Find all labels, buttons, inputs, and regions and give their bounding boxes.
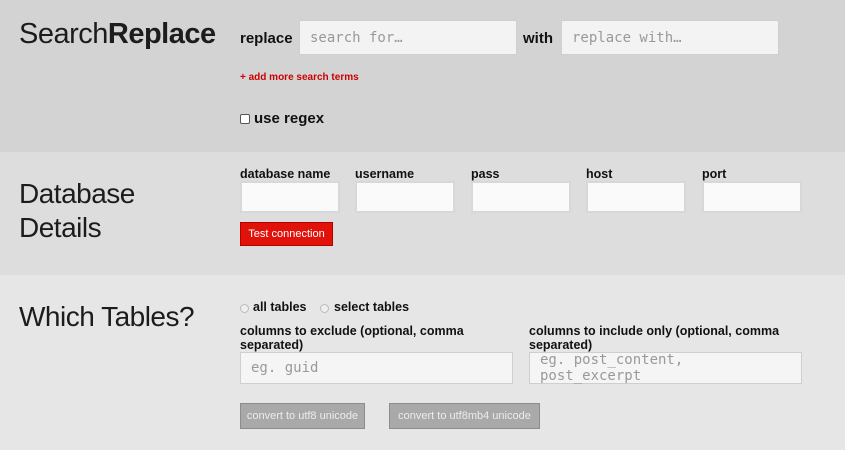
port-input[interactable] <box>702 181 802 213</box>
with-label: with <box>523 30 553 47</box>
username-input[interactable] <box>355 181 455 213</box>
search-replace-section: SearchReplace replace search for… with r… <box>0 0 845 152</box>
username-label: username <box>355 167 415 181</box>
database-name-label: database name <box>240 167 331 181</box>
database-name-input[interactable] <box>240 181 340 213</box>
replace-label: replace <box>240 30 293 47</box>
columns-include-label: columns to include only (optional, comma… <box>529 324 780 352</box>
all-tables-label: all tables <box>253 300 307 314</box>
search-for-input[interactable]: search for… <box>299 20 517 55</box>
use-regex-checkbox[interactable] <box>240 114 250 124</box>
select-tables-label: select tables <box>334 300 410 314</box>
select-tables-radio[interactable] <box>320 304 329 313</box>
convert-utf8mb4-button[interactable]: convert to utf8mb4 unicode <box>389 403 540 429</box>
use-regex-label: use regex <box>254 110 325 127</box>
host-input[interactable] <box>586 181 686 213</box>
port-label: port <box>702 167 727 181</box>
all-tables-radio[interactable] <box>240 304 249 313</box>
search-replace-heading: SearchReplace <box>19 18 216 50</box>
test-connection-button[interactable]: Test connection <box>240 222 333 246</box>
add-search-terms-link[interactable]: + add more search terms <box>240 72 359 83</box>
host-label: host <box>586 167 613 181</box>
database-details-heading: Database Details <box>19 178 135 243</box>
database-details-section: Database Details database name username … <box>0 152 845 275</box>
columns-exclude-input[interactable]: eg. guid <box>240 352 513 384</box>
which-tables-section: Which Tables? all tables select tables c… <box>0 275 845 450</box>
replace-with-input[interactable]: replace with… <box>561 20 779 55</box>
convert-utf8-button[interactable]: convert to utf8 unicode <box>240 403 365 429</box>
pass-label: pass <box>471 167 500 181</box>
columns-include-input[interactable]: eg. post_content, post_excerpt <box>529 352 802 384</box>
columns-exclude-label: columns to exclude (optional, comma sepa… <box>240 324 464 352</box>
pass-input[interactable] <box>471 181 571 213</box>
which-tables-heading: Which Tables? <box>19 301 195 332</box>
